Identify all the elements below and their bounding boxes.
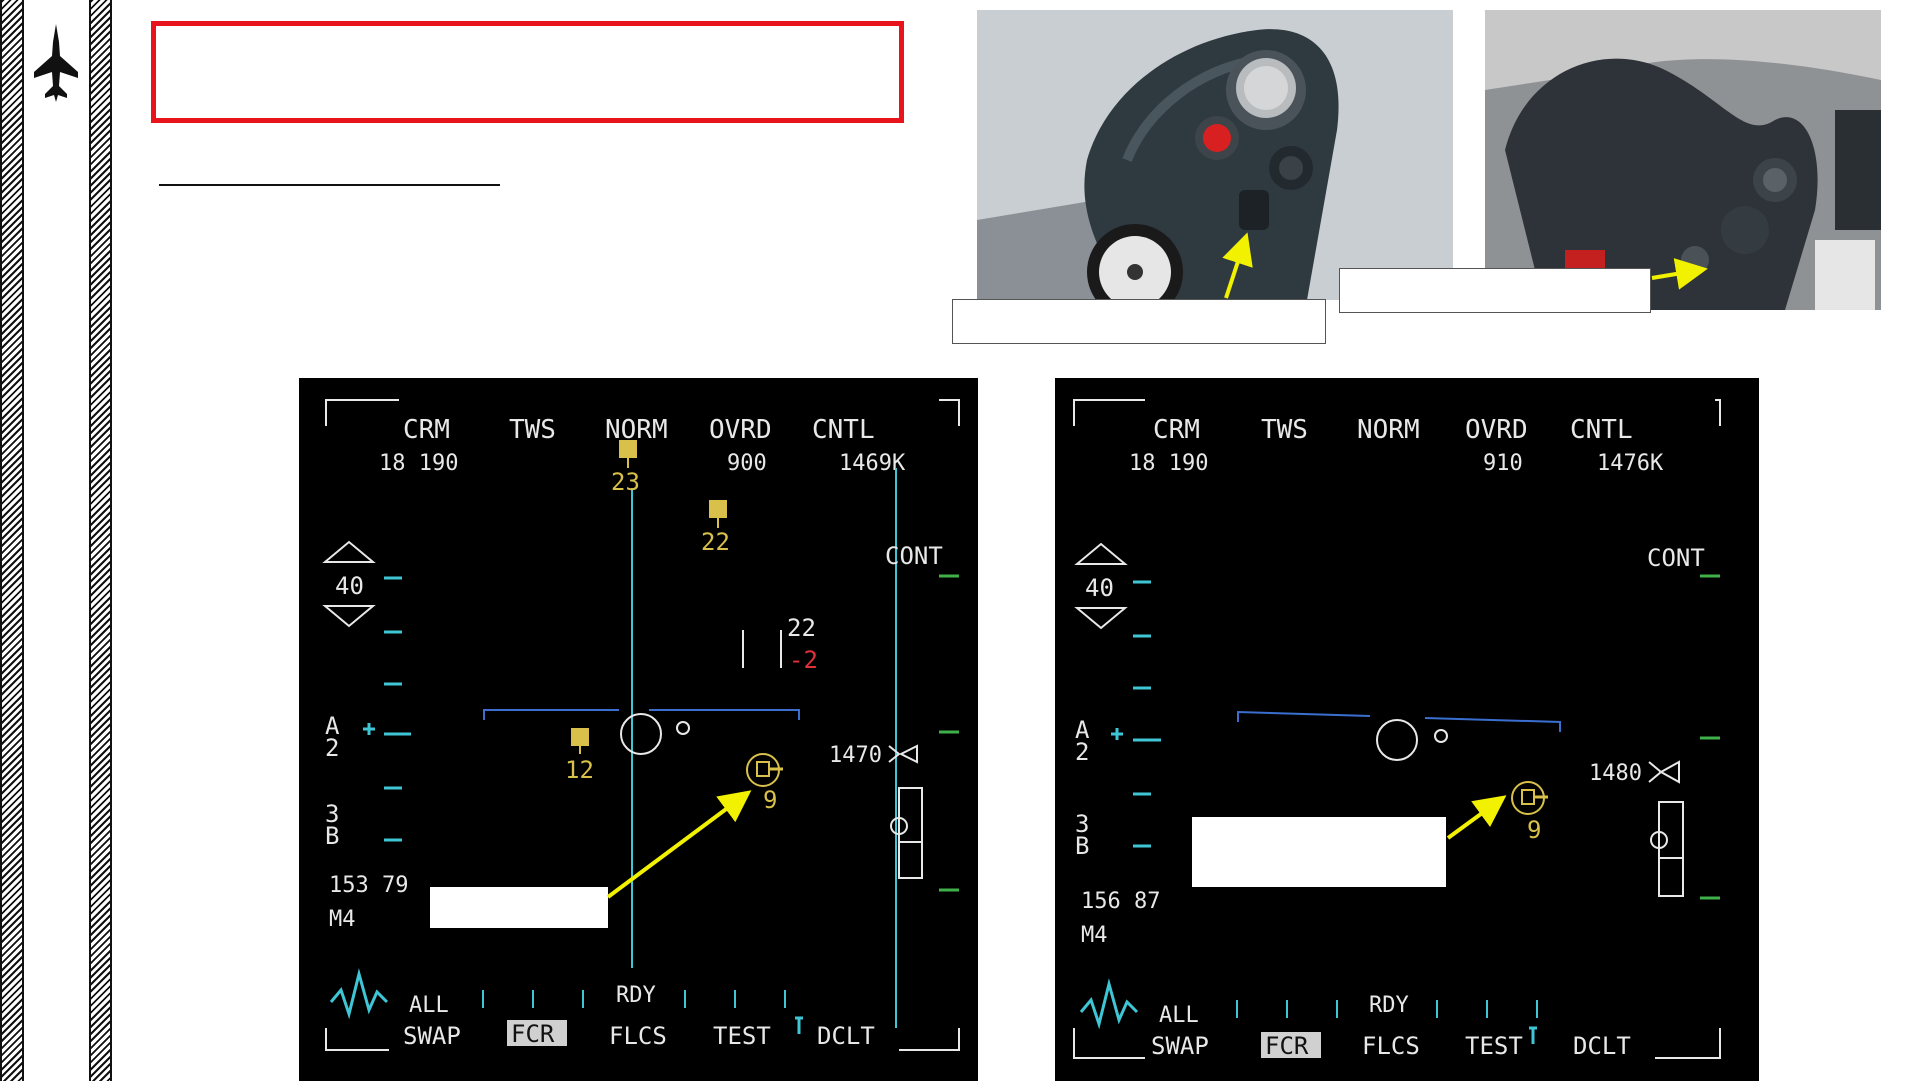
- osb-dclt: DCLT: [817, 1022, 875, 1050]
- target-22-icon: [709, 500, 727, 518]
- title-box: [151, 21, 904, 123]
- bar-label-bot: B: [325, 822, 339, 850]
- stick-grip-illustration: [977, 10, 1453, 300]
- osb-tws: TWS: [509, 415, 556, 445]
- throttle-label-box: [1339, 268, 1651, 313]
- osb-test: TEST: [1465, 1032, 1523, 1060]
- mode-label: M4: [1081, 923, 1108, 948]
- stick-grip-photo: [977, 10, 1453, 300]
- osb-swap: SWAP: [1151, 1032, 1209, 1060]
- range-values: 18 190: [379, 451, 458, 476]
- right-mfd-graphics: CRM TWS NORM OVRD CNTL 18 190 910 1476K …: [1073, 399, 1721, 1060]
- osb-crm: CRM: [1153, 415, 1200, 445]
- az-label-top2: 2: [1075, 738, 1089, 766]
- right-callout-box: [1192, 817, 1446, 887]
- range-readout: 1480: [1589, 761, 1642, 786]
- osb-cntl: CNTL: [1570, 415, 1633, 445]
- left-hatched-border: [0, 0, 24, 1081]
- osb-rdy: RDY: [1369, 993, 1409, 1018]
- cursor-upper: 22: [787, 614, 816, 642]
- range-up-icon: [322, 540, 376, 563]
- range-down-icon: [1074, 607, 1128, 630]
- bottom-left-values: 153 79: [329, 873, 408, 898]
- ovrd-value: 910: [1483, 451, 1523, 476]
- target-alt: 9: [763, 786, 777, 814]
- range-up-icon: [1074, 542, 1128, 565]
- osb-tws: TWS: [1261, 415, 1308, 445]
- az-label-top2: 2: [325, 734, 339, 762]
- grip-label-box: [952, 299, 1326, 344]
- osb-ovrd: OVRD: [1465, 415, 1528, 445]
- heartbeat-icon: [1079, 978, 1139, 1030]
- bar-label-bot: B: [1075, 832, 1089, 860]
- heartbeat-icon: [329, 968, 389, 1020]
- osb-flcs: FLCS: [1362, 1032, 1420, 1060]
- target-label-12: 12: [565, 756, 594, 784]
- mode-label: M4: [329, 907, 356, 932]
- target-label-22: 22: [701, 528, 730, 556]
- left-mfd-graphics: CRM TWS NORM OVRD CNTL 18 190 900 1469K …: [322, 399, 960, 1051]
- ownship-circle-icon: [1376, 719, 1418, 761]
- ownship-circle-icon: [620, 713, 662, 755]
- osb-dclt: DCLT: [1573, 1032, 1631, 1060]
- cntl-value: 1476K: [1597, 451, 1664, 476]
- osb-all: ALL: [409, 993, 449, 1018]
- osb-rdy: RDY: [616, 983, 656, 1008]
- target-label-23: 23: [611, 468, 640, 496]
- osb-flcs: FLCS: [609, 1022, 667, 1050]
- jet-silhouette-icon: [34, 24, 78, 102]
- osb-fcr: FCR: [1265, 1032, 1309, 1060]
- right-mfd-display: CRM TWS NORM OVRD CNTL 18 190 910 1476K …: [1055, 378, 1759, 1081]
- osb-swap: SWAP: [403, 1022, 461, 1050]
- subtitle-underline: [159, 184, 500, 186]
- range-down-icon: [322, 605, 376, 628]
- cont-label: CONT: [885, 542, 943, 570]
- range-values: 18 190: [1129, 451, 1208, 476]
- osb-crm: CRM: [403, 415, 450, 445]
- throttle-photo: [1485, 10, 1881, 310]
- range-scale: 40: [1085, 574, 1114, 602]
- osb-norm: NORM: [1357, 415, 1420, 445]
- range-readout: 1470: [829, 743, 882, 768]
- cursor-lower: -2: [789, 646, 818, 674]
- osb-test: TEST: [713, 1022, 771, 1050]
- ovrd-value: 900: [727, 451, 767, 476]
- target-23-icon: [619, 440, 637, 458]
- osb-cntl: CNTL: [812, 415, 875, 445]
- target-alt: 9: [1527, 816, 1541, 844]
- throttle-illustration: [1485, 10, 1881, 310]
- cont-label: CONT: [1647, 544, 1705, 572]
- osb-all: ALL: [1159, 1003, 1199, 1028]
- right-hatched-border: [89, 0, 112, 1081]
- left-mfd-display: CRM TWS NORM OVRD CNTL 18 190 900 1469K …: [299, 378, 978, 1081]
- target-12-icon: [571, 728, 589, 746]
- range-scale: 40: [335, 572, 364, 600]
- bottom-left-values: 156 87: [1081, 889, 1160, 914]
- left-callout-box: [430, 887, 608, 928]
- osb-ovrd: OVRD: [709, 415, 772, 445]
- osb-fcr: FCR: [511, 1020, 555, 1048]
